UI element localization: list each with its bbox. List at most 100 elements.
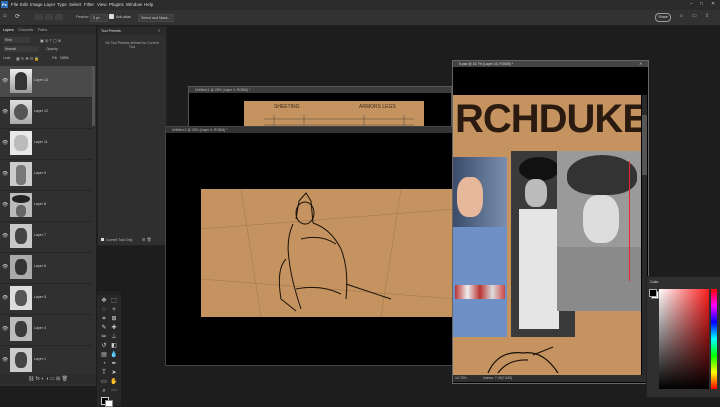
menu-window[interactable]: Window xyxy=(126,2,142,7)
layer-name[interactable]: Layer 5 xyxy=(34,295,46,299)
document-tab-front[interactable]: 5.psd @ 16.7% (Layer 16, RGB/8) * xyxy=(453,61,648,67)
menu-filter[interactable]: Filter xyxy=(84,2,94,7)
canvas-front[interactable]: RCHDUKE xyxy=(453,95,641,375)
color-picker-field[interactable] xyxy=(659,289,709,389)
crop-tool-icon[interactable]: ⌗ xyxy=(100,315,108,323)
path-select-icon[interactable]: ➤ xyxy=(110,369,118,377)
tab-paths[interactable]: Paths xyxy=(38,28,47,32)
maximize-icon[interactable]: □ xyxy=(700,1,703,7)
workspace-icon[interactable]: ▭ xyxy=(692,13,697,19)
layer-name[interactable]: Layer 4 xyxy=(34,326,46,330)
rectangle-tool-icon[interactable]: ▭ xyxy=(100,378,108,386)
visibility-eye-icon[interactable]: 👁 xyxy=(2,140,8,146)
select-and-mask-button[interactable]: Select and Mask... xyxy=(138,14,174,22)
healing-brush-icon[interactable]: ✚ xyxy=(110,324,118,332)
visibility-eye-icon[interactable]: 👁 xyxy=(2,202,8,208)
subtract-selection-icon[interactable] xyxy=(55,14,63,20)
visibility-eye-icon[interactable]: 👁 xyxy=(2,295,8,301)
layer-row[interactable]: 👁 Layer 7 xyxy=(0,221,92,253)
menu-plugins[interactable]: Plugins xyxy=(109,2,124,7)
layer-row[interactable]: 👁 Layer 13 xyxy=(0,66,92,98)
history-brush-icon[interactable]: ↺ xyxy=(100,342,108,350)
lasso-tool-icon[interactable]: ◌ xyxy=(100,306,108,314)
move-tool-icon[interactable]: ✥ xyxy=(100,297,108,305)
layer-name[interactable]: Layer 12 xyxy=(34,109,48,113)
dodge-tool-icon[interactable]: ◔ xyxy=(100,360,108,368)
layer-name[interactable]: Layer 9 xyxy=(34,171,46,175)
frame-tool-icon[interactable]: ⊠ xyxy=(110,315,118,323)
lock-icons[interactable]: ▦ ✎ ✥ ⊡ 🔒 xyxy=(16,56,39,61)
hand-tool-icon[interactable]: ✋ xyxy=(110,378,118,386)
panel-menu-icon[interactable]: ≡ xyxy=(158,28,160,33)
zoom-level[interactable]: 16.75% xyxy=(455,376,467,380)
menu-file[interactable]: File xyxy=(11,2,18,7)
document-tab-back[interactable]: Untitled-1 @ 25% (Layer 4, RGB/8) * xyxy=(189,87,451,93)
more-tools-icon[interactable]: ⋯ xyxy=(110,387,118,395)
visibility-eye-icon[interactable]: 👁 xyxy=(2,357,8,363)
zoom-tool-icon[interactable]: ⌕ xyxy=(100,387,108,395)
search-icon[interactable]: ⌕ xyxy=(680,13,683,19)
close-doc-icon[interactable]: ✕ xyxy=(639,61,647,67)
lasso-tool-icon[interactable]: ⟳ xyxy=(15,13,20,20)
kind-filter-select[interactable]: Kind xyxy=(3,37,31,43)
current-tool-only-checkbox[interactable] xyxy=(101,238,104,241)
blur-tool-icon[interactable]: 💧 xyxy=(110,351,118,359)
visibility-eye-icon[interactable]: 👁 xyxy=(2,171,8,177)
document-tab-middle[interactable]: Untitled-2 @ 33% (Layer 4, RGB/8) * xyxy=(166,127,456,133)
add-selection-icon[interactable] xyxy=(45,14,53,20)
layer-row[interactable]: 👁 Layer 5 xyxy=(0,283,92,315)
visibility-eye-icon[interactable]: 👁 xyxy=(2,109,8,115)
layer-name[interactable]: Layer 11 xyxy=(34,140,48,144)
canvas-middle[interactable] xyxy=(200,188,457,318)
menu-type[interactable]: Type xyxy=(57,2,67,7)
brush-tool-icon[interactable]: ✏ xyxy=(100,333,108,341)
visibility-eye-icon[interactable]: 👁 xyxy=(2,233,8,239)
visibility-eye-icon[interactable]: 👁 xyxy=(2,78,8,84)
preset-footer-icons[interactable]: ⊞ 🗑 xyxy=(142,237,152,242)
fill-value[interactable]: 100% xyxy=(60,56,69,60)
layer-row[interactable]: 👁 Layer 4 xyxy=(0,314,92,346)
document-window-middle[interactable]: Untitled-2 @ 33% (Layer 4, RGB/8) * xyxy=(165,126,457,366)
layer-name[interactable]: Layer 1 xyxy=(34,357,46,361)
hue-slider[interactable] xyxy=(711,289,717,389)
anti-alias-checkbox[interactable] xyxy=(109,14,114,19)
visibility-eye-icon[interactable]: 👁 xyxy=(2,326,8,332)
stamp-tool-icon[interactable]: ⊥ xyxy=(110,333,118,341)
new-selection-icon[interactable] xyxy=(35,14,43,20)
layers-scrollbar[interactable] xyxy=(92,66,95,126)
layer-row[interactable]: 👁 Layer 6 xyxy=(0,252,92,284)
feather-input[interactable]: 0 px xyxy=(90,14,108,22)
menu-select[interactable]: Select xyxy=(69,2,82,7)
layer-name[interactable]: Layer 8 xyxy=(34,202,46,206)
color-swatch-fg[interactable] xyxy=(649,289,657,297)
share-icon[interactable]: ⇪ xyxy=(705,13,709,19)
layer-row[interactable]: 👁 Layer 12 xyxy=(0,97,92,129)
menu-image[interactable]: Image xyxy=(30,2,43,7)
gradient-tool-icon[interactable]: ▤ xyxy=(100,351,108,359)
layer-name[interactable]: Layer 6 xyxy=(34,264,46,268)
menu-help[interactable]: Help xyxy=(144,2,153,7)
menu-view[interactable]: View xyxy=(97,2,107,7)
background-color-swatch[interactable] xyxy=(105,400,113,407)
blend-mode-select[interactable]: Normal xyxy=(3,46,39,52)
document-info[interactable]: Inches: 7.49(7.630) xyxy=(483,376,512,380)
eraser-tool-icon[interactable]: ◧ xyxy=(110,342,118,350)
layer-name[interactable]: Layer 13 xyxy=(34,78,48,82)
menu-edit[interactable]: Edit xyxy=(20,2,28,7)
layer-row[interactable]: 👁 Layer 8 xyxy=(0,190,92,222)
home-icon[interactable]: ⌂ xyxy=(3,13,7,19)
layers-footer-icons[interactable]: ⛓ fx ◐ ◑ ▭ ⊞ 🗑 xyxy=(0,374,96,384)
pen-tool-icon[interactable]: ✒ xyxy=(110,360,118,368)
minimize-icon[interactable]: – xyxy=(690,1,693,7)
tab-channels[interactable]: Channels xyxy=(18,28,33,32)
tab-layers[interactable]: Layers xyxy=(3,28,14,32)
layer-row[interactable]: 👁 Layer 11 xyxy=(0,128,92,160)
canvas-back[interactable]: SHEETING ARMORS LEGS xyxy=(244,101,424,127)
filter-icons[interactable]: ▣ ◎ T ▢ ⊕ xyxy=(40,38,61,43)
close-icon[interactable]: ✕ xyxy=(711,1,715,7)
layer-row[interactable]: 👁 Layer 1 xyxy=(0,345,92,377)
marquee-tool-icon[interactable]: ⬚ xyxy=(110,297,118,305)
visibility-eye-icon[interactable]: 👁 xyxy=(2,264,8,270)
tools-grip[interactable] xyxy=(97,291,121,295)
share-button[interactable]: Share xyxy=(655,13,671,22)
